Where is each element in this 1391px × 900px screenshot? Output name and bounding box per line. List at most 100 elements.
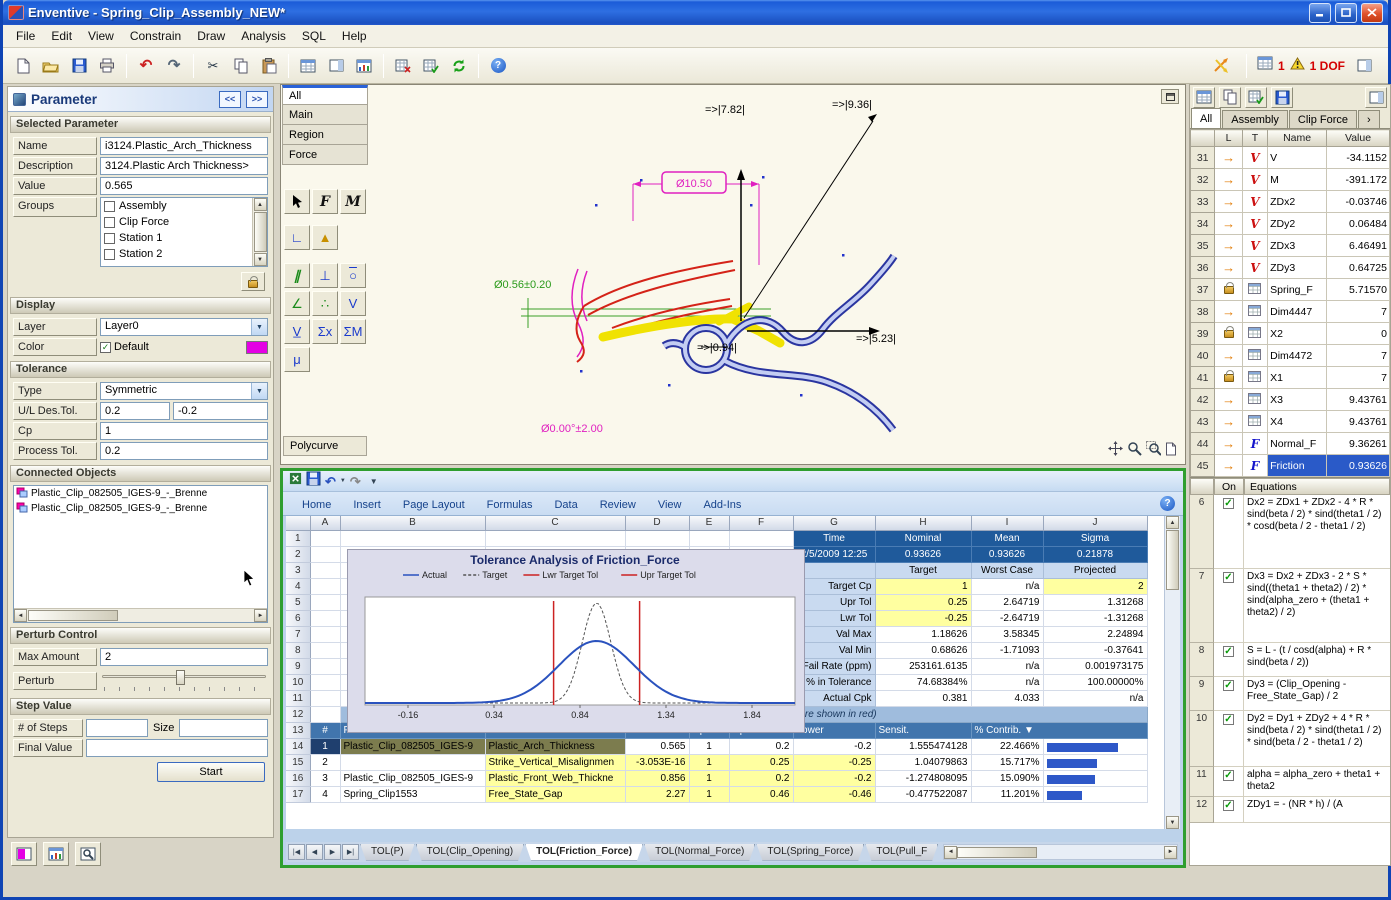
force-up-label[interactable]: =>|7.82|	[705, 104, 745, 116]
contrib-cp[interactable]: 1	[689, 786, 729, 802]
contrib-value[interactable]: 2.27	[625, 786, 689, 802]
qat-save-button[interactable]	[306, 471, 321, 491]
param-col-name[interactable]: Name	[1268, 130, 1327, 147]
param-value[interactable]: 0.64725	[1327, 257, 1390, 279]
minimize-button[interactable]	[1309, 3, 1331, 23]
contrib-pct[interactable]: 11.201%	[971, 786, 1043, 802]
num-steps-input[interactable]	[86, 719, 148, 737]
sum-moments-tool[interactable]: ΣM	[340, 319, 366, 344]
friction-tool[interactable]: μ	[284, 347, 310, 372]
param-value[interactable]: 5.71570	[1327, 279, 1390, 301]
table-tab-all[interactable]: All	[1191, 108, 1221, 128]
row-header-5[interactable]: 5	[286, 594, 310, 610]
parallel-tool[interactable]: ∥	[284, 263, 310, 288]
cell[interactable]	[310, 610, 340, 626]
row-header-11[interactable]: 11	[286, 690, 310, 706]
param-value[interactable]: 0.93626	[1327, 455, 1390, 477]
cp-input[interactable]: 1	[100, 422, 268, 440]
cell[interactable]: -2.64719	[971, 610, 1043, 626]
param-lock-cell[interactable]: →	[1215, 213, 1242, 235]
cell[interactable]	[485, 530, 625, 546]
scroll-thumb[interactable]	[28, 610, 118, 621]
param-lock-cell[interactable]	[1215, 279, 1242, 301]
sheet-nav-next-button[interactable]: ▶	[324, 844, 341, 860]
contrib-upr[interactable]: 0.2	[729, 770, 793, 786]
param-row-zdy2[interactable]: 34→VZDy20.06484	[1191, 213, 1390, 235]
max-amount-label[interactable]: Max Amount	[13, 648, 97, 666]
menu-constrain[interactable]: Constrain	[123, 27, 188, 45]
menu-draw[interactable]: Draw	[190, 27, 232, 45]
cut-button[interactable]: ✂	[200, 53, 226, 79]
refresh-button[interactable]	[446, 53, 472, 79]
param-lock-cell[interactable]: →	[1215, 345, 1242, 367]
cell[interactable]: Lwr Tol	[793, 610, 875, 626]
param-lock-cell[interactable]	[1215, 367, 1242, 389]
size-input[interactable]	[179, 719, 268, 737]
contrib-pct[interactable]: 15.090%	[971, 770, 1043, 786]
cell[interactable]: 0.25	[875, 594, 971, 610]
cell[interactable]: n/a	[971, 674, 1043, 690]
cell[interactable]: 100.00000%	[1043, 674, 1147, 690]
cell[interactable]	[310, 690, 340, 706]
menu-edit[interactable]: Edit	[44, 27, 79, 45]
value-label[interactable]: Value	[13, 177, 97, 195]
param-col-t[interactable]: T	[1242, 130, 1267, 147]
groups-label[interactable]: Groups	[13, 197, 97, 217]
page-icon[interactable]	[1165, 442, 1177, 461]
connected-objects-list[interactable]: ◄► Plastic_Clip_082505_IGES-9_-_BrennePl…	[13, 485, 268, 623]
value-input[interactable]: 0.565	[100, 177, 268, 195]
menu-help[interactable]: Help	[335, 27, 374, 45]
cell[interactable]: Fail Rate (ppm)	[793, 658, 875, 674]
param-row-dim4472[interactable]: 40→Dim44727	[1191, 345, 1390, 367]
param-lock-cell[interactable]: →	[1215, 169, 1242, 191]
cell[interactable]	[310, 674, 340, 690]
num-steps-label[interactable]: # of Steps	[13, 719, 83, 737]
contributor-col-header-6[interactable]: Lower	[793, 722, 875, 738]
row-header-6[interactable]: 6	[286, 610, 310, 626]
sheet-nav-prev-button[interactable]: ◀	[306, 844, 323, 860]
row-header-15[interactable]: 15	[286, 754, 310, 770]
cell[interactable]: 2.64719	[971, 594, 1043, 610]
cell[interactable]: 4.033	[971, 690, 1043, 706]
cell[interactable]	[310, 578, 340, 594]
equation-row-8[interactable]: 8✓S = L - (t / cosd(alpha) + R * sind(be…	[1190, 643, 1390, 677]
ribbon-tab-view[interactable]: View	[647, 496, 693, 515]
insert-table-button[interactable]	[295, 53, 321, 79]
table-close-button[interactable]	[390, 53, 416, 79]
contrib-name[interactable]: Plastic_Front_Web_Thickne	[485, 770, 625, 786]
cell[interactable]: 1.18626	[875, 626, 971, 642]
contributor-col-header-8[interactable]: % Contrib. ▼	[971, 722, 1147, 738]
ribbon-tab-review[interactable]: Review	[589, 496, 647, 515]
sheet-tab-tol-friction_force-[interactable]: TOL(Friction_Force)	[525, 844, 643, 861]
param-row-x2[interactable]: 39X20	[1191, 323, 1390, 345]
contrib-upr[interactable]: 0.2	[729, 738, 793, 754]
column-header-c[interactable]: C	[485, 516, 625, 530]
max-amount-input[interactable]: 2	[100, 648, 268, 666]
param-value[interactable]: 7	[1327, 345, 1390, 367]
row-header-12[interactable]: 12	[286, 706, 310, 722]
contrib-name[interactable]: Free_State_Gap	[485, 786, 625, 802]
cell[interactable]: Mean	[971, 530, 1043, 546]
contributor-col-header-0[interactable]: #	[310, 722, 340, 738]
param-value[interactable]: 0	[1327, 323, 1390, 345]
column-header-a[interactable]: A	[310, 516, 340, 530]
cell[interactable]: n/a	[1043, 690, 1147, 706]
contrib-sensit[interactable]: 1.555474128	[875, 738, 971, 754]
cell[interactable]: Target Cp	[793, 578, 875, 594]
sheet-vscrollbar[interactable]: ▲▼	[1164, 516, 1180, 829]
contrib-cp[interactable]: 1	[689, 754, 729, 770]
tolerance-chart-object[interactable]: Tolerance Analysis of Friction_ForceActu…	[347, 549, 805, 733]
process-tol-input[interactable]: 0.2	[100, 442, 268, 460]
menu-analysis[interactable]: Analysis	[234, 27, 293, 45]
menu-sql[interactable]: SQL	[295, 27, 333, 45]
canvas-tab-main[interactable]: Main	[282, 105, 368, 125]
equation-row-10[interactable]: 10✓Dy2 = Dy1 + ZDy2 + 4 * R * sind(beta …	[1190, 711, 1390, 767]
equation-checkbox[interactable]: ✓	[1223, 498, 1234, 509]
qat-more-button[interactable]: ▼	[370, 477, 378, 486]
scroll-right-icon[interactable]: ►	[254, 609, 267, 622]
layer-dropdown[interactable]: Layer0▼	[100, 318, 268, 336]
cell[interactable]: 74.68384%	[875, 674, 971, 690]
contrib-num[interactable]: 1	[310, 738, 340, 754]
angle-tool[interactable]: ∠	[284, 291, 310, 316]
group-item-assembly[interactable]: Assembly	[101, 198, 252, 214]
